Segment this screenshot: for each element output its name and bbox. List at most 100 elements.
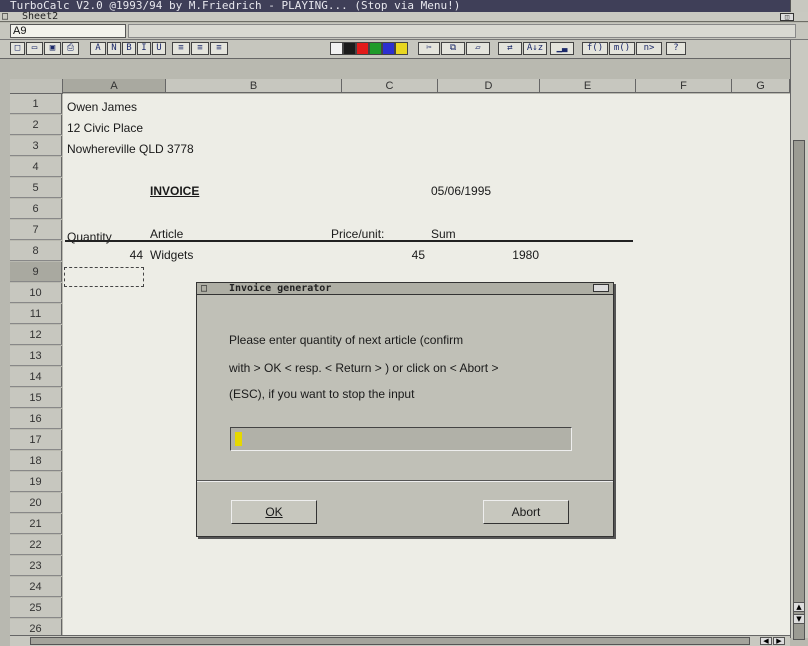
dialog-close-icon[interactable]: □ xyxy=(201,283,207,294)
horizontal-scroll-knob[interactable] xyxy=(30,637,750,645)
quantity-input[interactable] xyxy=(230,427,572,451)
row-header-3[interactable]: 3 xyxy=(10,136,62,156)
sort-button[interactable]: A↓z xyxy=(523,42,547,55)
sheet-window-bar[interactable]: □ Sheet2 ◫ xyxy=(0,12,808,22)
row-header-24[interactable]: 24 xyxy=(10,577,62,597)
cell-c7[interactable]: Price/unit: xyxy=(331,227,384,241)
ok-button[interactable]: OK xyxy=(231,500,317,524)
row-header-22[interactable]: 22 xyxy=(10,535,62,555)
row-header-25[interactable]: 25 xyxy=(10,598,62,618)
row-header-13[interactable]: 13 xyxy=(10,346,62,366)
row-header-1[interactable]: 1 xyxy=(10,94,62,114)
text-size-icon[interactable]: A xyxy=(90,42,106,55)
bold-button[interactable]: B xyxy=(122,42,136,55)
paste-icon[interactable]: ▱ xyxy=(466,42,490,55)
cell-c8[interactable]: 45 xyxy=(331,248,425,262)
row-header-17[interactable]: 17 xyxy=(10,430,62,450)
color-swatch-2[interactable] xyxy=(343,42,356,55)
new-icon[interactable]: □ xyxy=(10,42,25,55)
row-header-2[interactable]: 2 xyxy=(10,115,62,135)
cell-reference-field[interactable]: A9 xyxy=(10,24,126,38)
copy-icon[interactable]: ⧉ xyxy=(441,42,465,55)
selected-cell-a9[interactable] xyxy=(64,267,144,287)
scroll-up-icon[interactable]: ▲ xyxy=(793,602,805,612)
row-header-21[interactable]: 21 xyxy=(10,514,62,534)
normal-style-button[interactable]: N xyxy=(107,42,121,55)
window-depth-icon[interactable]: ◫ xyxy=(780,13,794,21)
open-icon[interactable]: ▭ xyxy=(26,42,43,55)
scroll-down-icon[interactable]: ▼ xyxy=(793,614,805,624)
cut-icon[interactable]: ✂ xyxy=(418,42,440,55)
row-header-16[interactable]: 16 xyxy=(10,409,62,429)
cell-a2[interactable]: 12 Civic Place xyxy=(67,121,143,135)
row-header-6[interactable]: 6 xyxy=(10,199,62,219)
dialog-title-bar[interactable]: □ Invoice generator xyxy=(197,283,613,295)
abort-button[interactable]: Abort xyxy=(483,500,569,524)
underline-button[interactable]: U xyxy=(152,42,166,55)
row-header-15[interactable]: 15 xyxy=(10,388,62,408)
formula-input[interactable] xyxy=(128,24,796,38)
cell-a8[interactable]: 44 xyxy=(67,248,143,262)
column-header-b[interactable]: B xyxy=(166,79,342,93)
cell-d5-date[interactable]: 05/06/1995 xyxy=(431,184,491,198)
grid-corner[interactable] xyxy=(10,79,63,94)
row-header-20[interactable]: 20 xyxy=(10,493,62,513)
row-header-12[interactable]: 12 xyxy=(10,325,62,345)
column-header-e[interactable]: E xyxy=(540,79,636,93)
cell-d7[interactable]: Sum xyxy=(431,227,456,241)
row-header-23[interactable]: 23 xyxy=(10,556,62,576)
cell-b5-invoice-heading[interactable]: INVOICE xyxy=(150,184,199,198)
column-header-a[interactable]: A xyxy=(63,79,166,93)
help-button[interactable]: ? xyxy=(666,42,686,55)
dialog-title: Invoice generator xyxy=(229,283,332,294)
row-header-9[interactable]: 9 xyxy=(10,262,62,282)
dialog-depth-icon[interactable] xyxy=(593,284,609,292)
insert-button[interactable]: ⇄ xyxy=(498,42,522,55)
toolbar: □ ▭ ▣ ⎙ A N B I U ≡ ≡ ≡ ✂ ⧉ ▱ ⇄ A↓z ▁▃ f() m() n>? xyxy=(0,40,808,59)
row-header-4[interactable]: 4 xyxy=(10,157,62,177)
next-button[interactable]: n> xyxy=(636,42,662,55)
horizontal-scrollbar[interactable]: ◀ ▶ xyxy=(10,635,790,646)
column-header-c[interactable]: C xyxy=(342,79,438,93)
function-button[interactable]: f() xyxy=(582,42,608,55)
chart-icon[interactable]: ▁▃ xyxy=(550,42,574,55)
italic-button[interactable]: I xyxy=(137,42,151,55)
dialog-separator xyxy=(197,480,613,482)
color-swatch-5[interactable] xyxy=(382,42,395,55)
column-header-f[interactable]: F xyxy=(636,79,732,93)
vertical-scroll-knob[interactable] xyxy=(793,140,805,640)
color-swatch-3[interactable] xyxy=(356,42,369,55)
row-header-14[interactable]: 14 xyxy=(10,367,62,387)
row-header-11[interactable]: 11 xyxy=(10,304,62,324)
cell-a3[interactable]: Nowhereville QLD 3778 xyxy=(67,142,194,156)
row-header-10[interactable]: 10 xyxy=(10,283,62,303)
save-icon[interactable]: ▣ xyxy=(44,42,61,55)
print-icon[interactable]: ⎙ xyxy=(62,42,79,55)
left-border xyxy=(0,23,10,646)
color-swatch-4[interactable] xyxy=(369,42,382,55)
row-header-8[interactable]: 8 xyxy=(10,241,62,261)
macro-button[interactable]: m() xyxy=(609,42,635,55)
column-header-d[interactable]: D xyxy=(438,79,540,93)
align-left-button[interactable]: ≡ xyxy=(172,42,190,55)
cell-b8[interactable]: Widgets xyxy=(150,248,193,262)
scroll-right-icon[interactable]: ▶ xyxy=(773,637,785,645)
row-header-7[interactable]: 7 xyxy=(10,220,62,240)
cell-a1[interactable]: Owen James xyxy=(67,100,137,114)
color-swatch-6[interactable] xyxy=(395,42,408,55)
text-cursor xyxy=(235,432,242,446)
align-right-button[interactable]: ≡ xyxy=(210,42,228,55)
column-header-g[interactable]: G xyxy=(732,79,790,93)
cell-d8[interactable]: 1980 xyxy=(431,248,539,262)
vertical-scrollbar[interactable]: ▲ ▼ xyxy=(790,40,808,640)
screen-depth-gadget[interactable] xyxy=(790,0,808,12)
scroll-left-icon[interactable]: ◀ xyxy=(760,637,772,645)
row-header-5[interactable]: 5 xyxy=(10,178,62,198)
row-header-18[interactable]: 18 xyxy=(10,451,62,471)
align-center-button[interactable]: ≡ xyxy=(191,42,209,55)
dialog-message-line-3: (ESC), if you want to stop the input xyxy=(229,387,415,401)
row-header-19[interactable]: 19 xyxy=(10,472,62,492)
cell-b7[interactable]: Article xyxy=(150,227,183,241)
color-swatch-1[interactable] xyxy=(330,42,343,55)
window-close-icon[interactable]: □ xyxy=(2,12,12,22)
